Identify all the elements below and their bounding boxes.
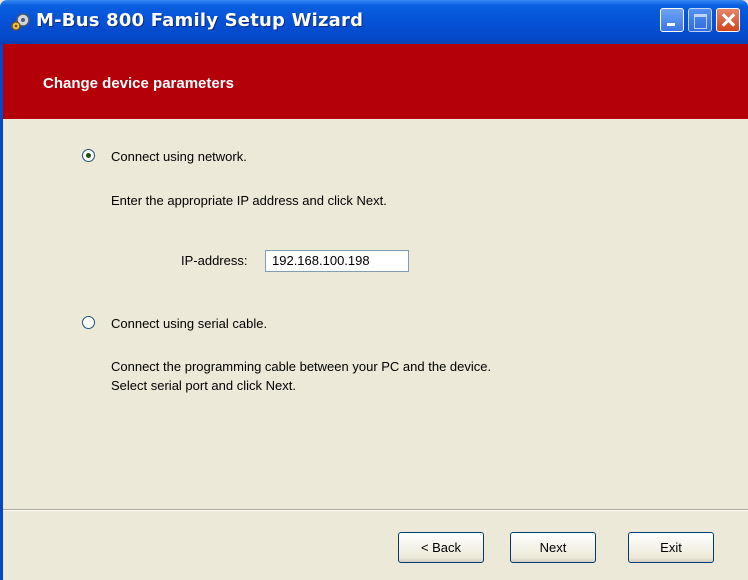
back-button[interactable]: < Back [398,532,484,563]
serial-description-line2: Select serial port and click Next. [111,378,296,393]
minimize-icon[interactable] [660,8,684,32]
serial-option-label[interactable]: Connect using serial cable. [111,316,267,331]
maximize-icon[interactable] [688,8,712,32]
window-title: M-Bus 800 Family Setup Wizard [36,10,364,31]
network-description: Enter the appropriate IP address and cli… [111,193,387,208]
next-button[interactable]: Next [510,532,596,563]
setup-wizard-window: M-Bus 800 Family Setup Wizard Change dev… [0,0,748,580]
serial-description-line1: Connect the programming cable between yo… [111,359,492,374]
page-title: Change device parameters [43,75,234,92]
serial-radio[interactable] [82,316,95,329]
window-border [0,44,3,580]
footer-divider [3,509,748,511]
ip-address-input[interactable]: 192.168.100.198 [265,250,409,272]
network-option-label[interactable]: Connect using network. [111,149,247,164]
wizard-gear-icon [11,13,30,31]
close-icon[interactable] [716,8,740,32]
ip-address-label: IP-address: [181,253,248,268]
title-bar[interactable]: M-Bus 800 Family Setup Wizard [0,0,748,44]
network-radio[interactable] [82,149,95,162]
exit-button[interactable]: Exit [628,532,714,563]
